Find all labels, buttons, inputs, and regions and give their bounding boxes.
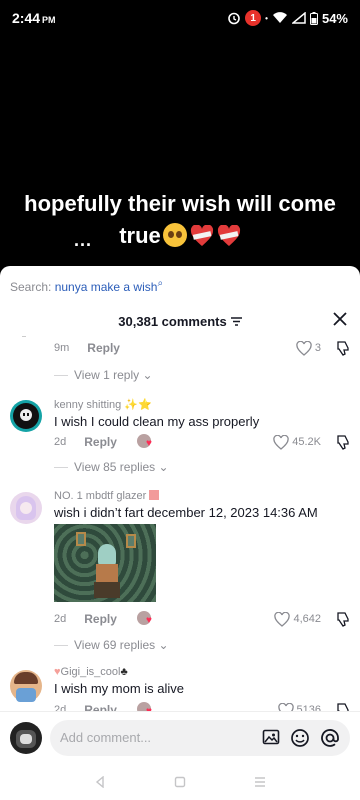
dislike-icon[interactable]: [335, 434, 350, 450]
club-icon: ♣: [120, 666, 128, 678]
caption-line-1: hopefully their wish will come: [24, 191, 336, 216]
bandaged-heart-icon: [217, 225, 240, 246]
system-nav-bar: [0, 763, 360, 800]
filter-icon[interactable]: [230, 316, 242, 326]
comment-text: I wish I could clean my ass properly: [54, 414, 260, 429]
heart-icon: ♥: [145, 438, 152, 449]
comment-body: kenny shitting ✨⭐ I wish I could clean m…: [54, 398, 350, 429]
avatar[interactable]: [10, 400, 42, 432]
comment-username[interactable]: NO. 1 mbdtf glazer: [54, 490, 350, 502]
heart-icon: [273, 434, 289, 450]
close-icon[interactable]: [332, 311, 348, 327]
comment-item: 9m Reply 3 View 1 reply ⌄: [0, 336, 360, 396]
heart-icon: [296, 340, 312, 356]
like-button[interactable]: 45.2K: [273, 434, 321, 450]
like-button[interactable]: 3: [296, 340, 321, 356]
wifi-icon: [272, 12, 287, 23]
comment-body: NO. 1 mbdtf glazer wish i didn’t fart de…: [54, 490, 350, 520]
view-replies-button[interactable]: View 1 reply ⌄: [54, 368, 153, 382]
composer-icons: [262, 728, 340, 748]
caption-line-2: true: [0, 220, 360, 252]
comment-composer: Add comment...: [0, 711, 360, 763]
bandaged-heart-icon: [190, 225, 213, 246]
like-count: 45.2K: [292, 436, 321, 448]
home-icon[interactable]: [174, 776, 186, 788]
comment-text: I wish my mom is alive: [54, 681, 185, 696]
pleading-face-icon: [162, 223, 187, 247]
like-count: 4,642: [293, 613, 321, 625]
at-icon[interactable]: [320, 728, 340, 748]
search-label: Search:: [10, 280, 52, 294]
creator-liked-avatar: ♥: [136, 434, 157, 450]
reply-button[interactable]: Reply: [87, 341, 120, 355]
view-replies-button[interactable]: View 85 replies ⌄: [54, 460, 169, 474]
comment-meta: 2d Reply ♥ 4,642: [54, 610, 350, 628]
comments-header: 30,381 comments: [0, 306, 360, 336]
comment-text: wish i didn’t fart december 12, 2023 14:…: [54, 505, 318, 520]
caption-more-dots[interactable]: ...: [74, 224, 92, 256]
view-replies-button[interactable]: View 69 replies ⌄: [54, 638, 169, 652]
comment-username[interactable]: ♥Gigi_is_cool♣: [54, 666, 350, 678]
signal-icon: [291, 12, 306, 24]
comment-meta: 9m Reply 3: [54, 339, 350, 357]
emoji-icon[interactable]: [290, 728, 310, 748]
pink-square-icon: [149, 490, 160, 500]
alarm-icon: [228, 12, 240, 25]
status-bar: 2:44 PM 1 • 54%: [0, 0, 360, 36]
heart-icon: ♥: [145, 615, 152, 626]
add-comment-input[interactable]: Add comment...: [50, 719, 350, 756]
add-comment-placeholder: Add comment...: [60, 730, 152, 745]
comment-item: NO. 1 mbdtf glazer wish i didn’t fart de…: [0, 488, 360, 658]
back-icon[interactable]: [94, 775, 106, 788]
image-icon[interactable]: [262, 728, 280, 746]
battery-percent: 54%: [321, 10, 348, 26]
search-query-link[interactable]: nunya make a wish: [55, 280, 158, 294]
status-time: 2:44 PM: [12, 10, 56, 26]
comment-time: 9m: [54, 342, 70, 354]
reply-button[interactable]: Reply: [84, 435, 117, 449]
comment-body: ♥Gigi_is_cool♣ I wish my mom is alive: [54, 666, 350, 696]
status-right: 1 • 54%: [227, 10, 348, 26]
creator-liked-avatar: ♥: [136, 611, 157, 627]
comment-time: 2d: [54, 436, 67, 448]
comment-time: 2d: [54, 613, 67, 625]
recents-icon[interactable]: [254, 776, 266, 788]
dislike-icon[interactable]: [335, 611, 350, 627]
comment-meta: 2d Reply ♥ 45.2K: [54, 433, 350, 451]
avatar[interactable]: [10, 670, 42, 702]
heart-icon: [274, 611, 291, 627]
like-count: 3: [314, 342, 321, 354]
search-suggestion[interactable]: Search: nunya make a wish⌕: [0, 266, 360, 306]
reply-button[interactable]: Reply: [84, 612, 117, 626]
dot-icon: •: [265, 13, 268, 23]
comment-count: 30,381 comments: [118, 313, 227, 329]
comment-username[interactable]: kenny shitting ✨⭐: [54, 398, 350, 411]
avatar[interactable]: [10, 492, 42, 524]
comment-image[interactable]: [54, 524, 156, 602]
video-caption: hopefully their wish will come true ...: [0, 188, 360, 252]
notification-badge: 1: [245, 10, 262, 26]
sparkle-icon: ✨⭐: [124, 399, 152, 411]
comment-item: kenny shitting ✨⭐ I wish I could clean m…: [0, 396, 360, 486]
dislike-icon[interactable]: [335, 340, 350, 356]
battery-icon: [309, 11, 318, 25]
search-icon: ⌕: [157, 278, 164, 289]
my-avatar[interactable]: [10, 721, 42, 754]
like-button[interactable]: 4,642: [274, 611, 321, 627]
